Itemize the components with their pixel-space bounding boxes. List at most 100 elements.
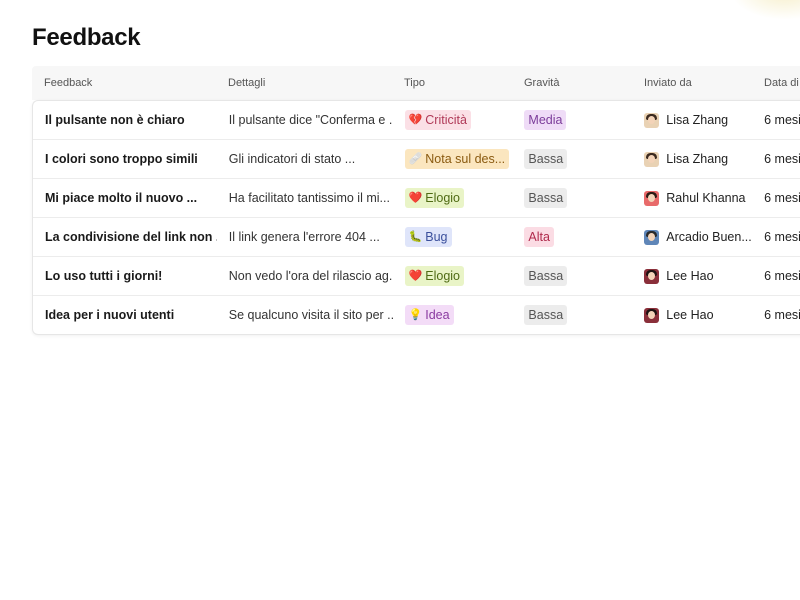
feedback-title-cell[interactable]: Il pulsante non è chiaro xyxy=(33,113,217,127)
type-cell[interactable]: ❤️ Elogio xyxy=(393,188,513,208)
feedback-title-cell[interactable]: Lo uso tutti i giorni! xyxy=(33,269,217,283)
table-header: Feedback Dettagli Tipo Gravità Inviato d… xyxy=(32,66,800,100)
column-header-severity[interactable]: Gravità xyxy=(512,77,632,89)
type-emoji-icon: 🐛 xyxy=(408,231,423,243)
severity-cell[interactable]: Bassa xyxy=(512,305,632,325)
severity-tag: Bassa xyxy=(524,305,568,325)
submitter-cell[interactable]: Lee Hao xyxy=(632,307,752,323)
submitter-cell[interactable]: Lee Hao xyxy=(632,268,752,284)
feedback-title-cell[interactable]: I colori sono troppo simili xyxy=(33,152,217,166)
details-cell[interactable]: Ha facilitato tantissimo il mi... xyxy=(217,191,393,205)
severity-cell[interactable]: Media xyxy=(512,110,632,130)
type-label: Bug xyxy=(425,230,448,244)
severity-cell[interactable]: Alta xyxy=(512,227,632,247)
type-label: Idea xyxy=(425,308,450,322)
submitter-cell[interactable]: Arcadio Buen... xyxy=(632,229,752,245)
severity-tag: Bassa xyxy=(524,188,568,208)
type-cell[interactable]: 🐛 Bug xyxy=(393,227,513,247)
column-header-submitter[interactable]: Inviato da xyxy=(632,77,752,89)
date-cell[interactable]: 6 mesi xyxy=(752,308,800,322)
feedback-title-cell[interactable]: La condivisione del link non ... xyxy=(33,230,217,244)
details-cell[interactable]: Il link genera l'errore 404 ... xyxy=(217,230,393,244)
details-cell[interactable]: Il pulsante dice "Conferma e ... xyxy=(217,113,393,127)
type-emoji-icon: ❤️ xyxy=(408,192,423,204)
submitter: Rahul Khanna xyxy=(644,190,752,206)
avatar-face xyxy=(648,193,656,202)
type-label: Criticità xyxy=(425,113,467,127)
severity-cell[interactable]: Bassa xyxy=(512,149,632,169)
avatar xyxy=(644,307,660,323)
avatar xyxy=(644,229,660,245)
severity-tag: Alta xyxy=(524,227,554,247)
feedback-title-cell[interactable]: Mi piace molto il nuovo ... xyxy=(33,191,217,205)
table-row[interactable]: Lo uso tutti i giorni! Non vedo l'ora de… xyxy=(33,257,800,296)
type-label: Elogio xyxy=(425,269,460,283)
type-label: Elogio xyxy=(425,191,460,205)
severity-tag: Bassa xyxy=(524,149,568,169)
type-cell[interactable]: 💔 Criticità xyxy=(393,110,513,130)
submitter-name: Lee Hao xyxy=(666,269,714,283)
column-header-feedback[interactable]: Feedback xyxy=(32,77,216,89)
type-tag: 🩹 Nota sul des... xyxy=(404,149,510,169)
type-emoji-icon: 💡 xyxy=(408,309,423,321)
details-cell[interactable]: Gli indicatori di stato ... xyxy=(217,152,393,166)
type-tag: ❤️ Elogio xyxy=(404,188,464,208)
table-row[interactable]: I colori sono troppo simili Gli indicato… xyxy=(33,140,800,179)
column-header-type[interactable]: Tipo xyxy=(392,77,512,89)
table-row[interactable]: Mi piace molto il nuovo ... Ha facilitat… xyxy=(33,179,800,218)
avatar xyxy=(644,151,660,167)
type-tag: ❤️ Elogio xyxy=(404,266,464,286)
avatar-face xyxy=(648,154,656,163)
severity-tag: Bassa xyxy=(524,266,568,286)
type-emoji-icon: 🩹 xyxy=(408,153,423,165)
type-emoji-icon: ❤️ xyxy=(408,270,423,282)
avatar-face xyxy=(648,232,656,241)
table-body: Il pulsante non è chiaro Il pulsante dic… xyxy=(32,100,800,335)
submitter: Lisa Zhang xyxy=(644,112,752,128)
details-cell[interactable]: Se qualcuno visita il sito per ... xyxy=(217,308,393,322)
table-row[interactable]: Idea per i nuovi utenti Se qualcuno visi… xyxy=(33,296,800,334)
avatar xyxy=(644,112,660,128)
submitter-cell[interactable]: Lisa Zhang xyxy=(632,112,752,128)
corner-highlight xyxy=(730,0,800,20)
submitter-name: Arcadio Buen... xyxy=(666,230,752,244)
submitter: Lee Hao xyxy=(644,307,752,323)
date-cell[interactable]: 6 mesi xyxy=(752,152,800,166)
table-row[interactable]: La condivisione del link non ... Il link… xyxy=(33,218,800,257)
table-row[interactable]: Il pulsante non è chiaro Il pulsante dic… xyxy=(33,101,800,140)
submitter: Lee Hao xyxy=(644,268,752,284)
submitter-name: Rahul Khanna xyxy=(666,191,746,205)
type-cell[interactable]: ❤️ Elogio xyxy=(393,266,513,286)
column-header-date[interactable]: Data di xyxy=(752,77,800,89)
severity-cell[interactable]: Bassa xyxy=(512,188,632,208)
type-tag: 💡 Idea xyxy=(404,305,454,325)
details-cell[interactable]: Non vedo l'ora del rilascio ag... xyxy=(217,269,393,283)
avatar-face xyxy=(648,310,656,319)
date-cell[interactable]: 6 mesi xyxy=(752,230,800,244)
date-cell[interactable]: 6 mesi xyxy=(752,113,800,127)
column-header-details[interactable]: Dettagli xyxy=(216,77,392,89)
submitter-name: Lisa Zhang xyxy=(666,152,729,166)
date-cell[interactable]: 6 mesi xyxy=(752,191,800,205)
submitter-name: Lisa Zhang xyxy=(666,113,729,127)
avatar xyxy=(644,190,660,206)
submitter: Lisa Zhang xyxy=(644,151,752,167)
submitter-cell[interactable]: Lisa Zhang xyxy=(632,151,752,167)
severity-cell[interactable]: Bassa xyxy=(512,266,632,286)
type-tag: 🐛 Bug xyxy=(404,227,452,247)
avatar-face xyxy=(648,115,656,124)
type-cell[interactable]: 💡 Idea xyxy=(393,305,513,325)
submitter: Arcadio Buen... xyxy=(644,229,752,245)
page-title: Feedback xyxy=(32,24,141,51)
submitter-cell[interactable]: Rahul Khanna xyxy=(632,190,752,206)
avatar-face xyxy=(648,271,656,280)
type-cell[interactable]: 🩹 Nota sul des... xyxy=(393,149,513,169)
feedback-title-cell[interactable]: Idea per i nuovi utenti xyxy=(33,308,217,322)
feedback-table: Feedback Dettagli Tipo Gravità Inviato d… xyxy=(32,66,800,335)
type-label: Nota sul des... xyxy=(425,152,506,166)
type-tag: 💔 Criticità xyxy=(404,110,471,130)
date-cell[interactable]: 6 mesi xyxy=(752,269,800,283)
severity-tag: Media xyxy=(524,110,567,130)
type-emoji-icon: 💔 xyxy=(408,114,423,126)
avatar xyxy=(644,268,660,284)
